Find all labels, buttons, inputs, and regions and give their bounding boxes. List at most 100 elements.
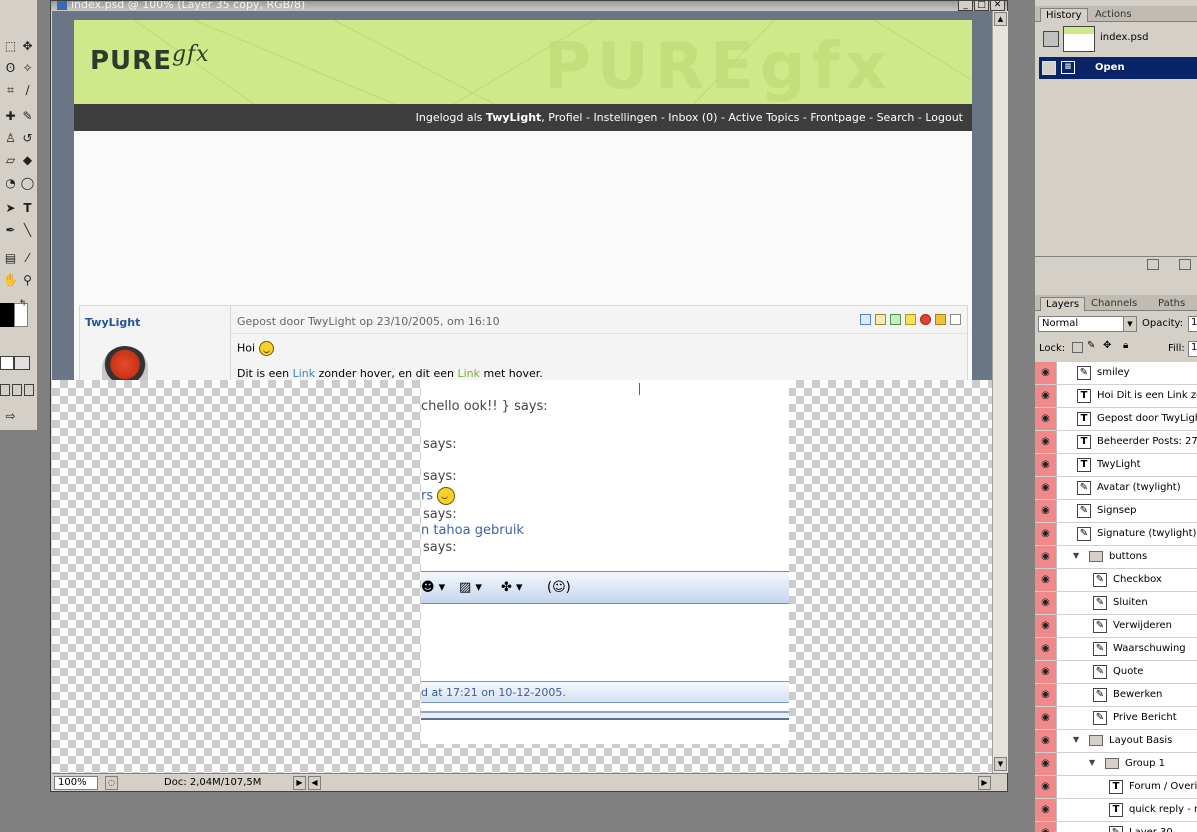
lasso-tool-icon[interactable]: ʘ <box>2 60 19 77</box>
zoom-field[interactable]: 100% <box>54 776 98 790</box>
brush-tool-icon[interactable]: ✎ <box>19 108 36 125</box>
eye-icon[interactable]: ◉ <box>1035 362 1057 384</box>
expand-triangle-icon[interactable]: ▼ <box>1089 758 1095 767</box>
paint-bucket-icon[interactable]: ◆ <box>19 152 36 169</box>
layer-row[interactable]: ◉ ✎ Sluiten <box>1035 592 1197 615</box>
layer-row[interactable]: ◉ ✎ Checkbox <box>1035 569 1197 592</box>
wink-icon[interactable]: (☺) <box>547 580 571 595</box>
tab-channels[interactable]: Channels <box>1086 297 1142 311</box>
layer-row[interactable]: ◉ ✎ Bewerken <box>1035 684 1197 707</box>
expand-triangle-icon[interactable]: ▼ <box>1073 551 1079 560</box>
layer-row[interactable]: ◉ ▼ Group 1 <box>1035 753 1197 776</box>
layer-row[interactable]: ◉ ✎ Quote <box>1035 661 1197 684</box>
hscroll-left-button[interactable]: ◀ <box>308 776 321 790</box>
eye-icon[interactable]: ◉ <box>1035 477 1057 499</box>
eye-icon[interactable]: ◉ <box>1035 592 1057 614</box>
eyedropper-icon[interactable]: ⁄ <box>19 250 36 267</box>
lock-transparency-icon[interactable] <box>1072 342 1083 353</box>
tab-paths[interactable]: Paths <box>1153 297 1190 311</box>
quick-mask-mode-icon[interactable] <box>14 356 30 370</box>
new-snapshot-icon[interactable] <box>1179 259 1191 270</box>
layer-row[interactable]: ◉ ✎ smiley <box>1035 362 1197 385</box>
lock-pixels-icon[interactable]: ✎ <box>1087 340 1095 351</box>
swap-colors-icon[interactable]: ↰ <box>14 296 31 313</box>
path-select-icon[interactable]: ➤ <box>2 200 19 217</box>
eye-icon[interactable]: ◉ <box>1035 546 1057 568</box>
foreground-color-swatch[interactable] <box>0 303 14 327</box>
lock-all-icon[interactable]: 🔒︎ <box>1123 340 1128 351</box>
layer-row[interactable]: ◉ ✎ Avatar (twylight) <box>1035 477 1197 500</box>
eye-icon[interactable]: ◉ <box>1035 684 1057 706</box>
line-tool-icon[interactable]: ╲ <box>19 222 36 239</box>
document-titlebar[interactable]: index.psd @ 100% (Layer 35 copy, RGB/8) … <box>51 1 1007 11</box>
dodge-tool-icon[interactable]: ◯ <box>19 175 36 192</box>
layer-row[interactable]: ◉ ✎ Verwijderen <box>1035 615 1197 638</box>
eye-icon[interactable]: ◉ <box>1035 799 1057 821</box>
emoticon-icon[interactable]: ☻ ▾ <box>421 580 445 595</box>
slice-tool-icon[interactable]: ∕ <box>19 82 36 99</box>
eye-icon[interactable]: ◉ <box>1035 431 1057 453</box>
layer-row[interactable]: ◉ T TwyLight <box>1035 454 1197 477</box>
pen-tool-icon[interactable]: ✒ <box>2 222 19 239</box>
eye-icon[interactable]: ◉ <box>1035 385 1057 407</box>
maximize-button[interactable]: □ <box>974 1 989 11</box>
eye-icon[interactable]: ◉ <box>1035 638 1057 660</box>
eye-icon[interactable]: ◉ <box>1035 822 1057 832</box>
screen-mode-3-icon[interactable] <box>24 384 34 396</box>
layer-row[interactable]: ◉ ✎ Signature (twylight) <box>1035 523 1197 546</box>
close-button[interactable]: ✕ <box>990 1 1005 11</box>
layer-row[interactable]: ◉ ✎ Prive Bericht <box>1035 707 1197 730</box>
vertical-scrollbar[interactable]: ▲ ▼ <box>992 11 1008 773</box>
tab-layers[interactable]: Layers <box>1040 297 1086 311</box>
eye-icon[interactable]: ◉ <box>1035 615 1057 637</box>
opacity-field[interactable]: 1 <box>1188 316 1197 332</box>
standard-mode-icon[interactable] <box>0 356 14 370</box>
crop-tool-icon[interactable]: ⌗ <box>2 82 19 99</box>
history-snapshot[interactable]: index.psd <box>1039 24 1195 56</box>
imageready-jump-icon[interactable]: ⇨ <box>2 408 19 425</box>
blend-mode-select[interactable]: Normal ▼ <box>1038 316 1137 332</box>
type-tool-icon[interactable]: T <box>19 200 36 217</box>
eye-icon[interactable]: ◉ <box>1035 569 1057 591</box>
layer-row[interactable]: ◉ ✎ Signsep <box>1035 500 1197 523</box>
eye-icon[interactable]: ◉ <box>1035 454 1057 476</box>
lock-position-icon[interactable]: ✥ <box>1103 340 1111 351</box>
eye-icon[interactable]: ◉ <box>1035 753 1057 775</box>
marquee-tool-icon[interactable]: ⬚ <box>2 38 19 55</box>
layer-row[interactable]: ◉ ▼ Layout Basis <box>1035 730 1197 753</box>
notes-tool-icon[interactable]: ▤ <box>2 250 19 267</box>
move-tool-icon[interactable]: ✥ <box>19 38 36 55</box>
scroll-up-button[interactable]: ▲ <box>994 12 1007 26</box>
layer-row[interactable]: ◉ ✎ Layer 30 <box>1035 822 1197 832</box>
tab-actions[interactable]: Actions <box>1090 8 1137 22</box>
eye-icon[interactable]: ◉ <box>1035 730 1057 752</box>
screen-mode-1-icon[interactable] <box>0 384 10 396</box>
history-brush-icon[interactable]: ↺ <box>19 130 36 147</box>
eraser-tool-icon[interactable]: ▱ <box>2 152 19 169</box>
gift-icon[interactable]: ✤ ▾ <box>501 580 523 595</box>
tab-history[interactable]: History <box>1040 8 1088 22</box>
hand-tool-icon[interactable]: ✋ <box>2 272 19 289</box>
eye-icon[interactable]: ◉ <box>1035 776 1057 798</box>
scroll-down-button[interactable]: ▼ <box>994 757 1007 771</box>
stamp-tool-icon[interactable]: ♙ <box>2 130 19 147</box>
eye-icon[interactable]: ◉ <box>1035 408 1057 430</box>
screen-mode-2-icon[interactable] <box>12 384 22 396</box>
minimize-button[interactable]: _ <box>958 1 973 11</box>
expand-triangle-icon[interactable]: ▼ <box>1073 735 1079 744</box>
document-canvas[interactable]: PUREgfx PUREgfx Ingelogd als TwyLight, P… <box>52 11 992 773</box>
zoom-tool-icon[interactable]: ⚲ <box>19 272 36 289</box>
fill-field[interactable]: 1 <box>1188 341 1197 357</box>
history-step-open[interactable]: ≡ Open <box>1039 57 1197 79</box>
eye-icon[interactable]: ◉ <box>1035 500 1057 522</box>
layer-row[interactable]: ◉ T Hoi Dit is een Link zon <box>1035 385 1197 408</box>
blur-tool-icon[interactable]: ◔ <box>2 175 19 192</box>
eye-icon[interactable]: ◉ <box>1035 707 1057 729</box>
layer-row[interactable]: ◉ T Gepost door TwyLight <box>1035 408 1197 431</box>
hscroll-right-button[interactable]: ▶ <box>978 776 991 790</box>
layer-row[interactable]: ◉ ✎ Waarschuwing <box>1035 638 1197 661</box>
layer-row[interactable]: ◉ T Beheerder Posts: 2785 <box>1035 431 1197 454</box>
layer-row[interactable]: ◉ ▼ buttons <box>1035 546 1197 569</box>
magic-wand-icon[interactable]: ✧ <box>19 60 36 77</box>
status-arrow-button[interactable]: ▶ <box>293 776 306 790</box>
